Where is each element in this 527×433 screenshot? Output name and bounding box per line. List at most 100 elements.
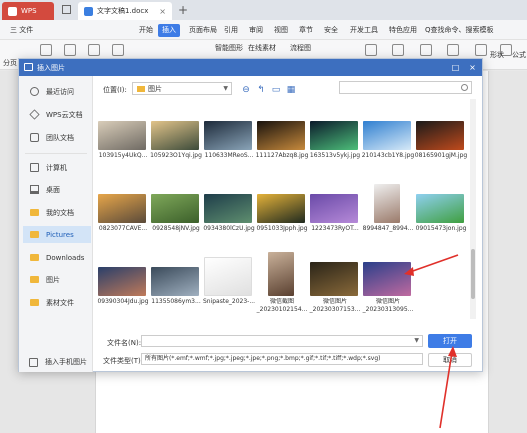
file-item[interactable]: 0928548jNV.jpg (149, 194, 201, 252)
menu-home[interactable]: 开始 (135, 24, 157, 37)
file-item[interactable]: 103915y4UkQ... (96, 121, 148, 179)
location-dropdown[interactable]: 图片 ▼ (132, 82, 232, 95)
back-icon[interactable]: ⊖ (241, 85, 251, 95)
command-search[interactable]: Q查找命令、搜索模板 (425, 24, 494, 37)
file-menu[interactable]: 三 文件 (6, 24, 37, 37)
menu-developer[interactable]: 开发工具 (346, 24, 382, 37)
sidebar-item-materials[interactable]: 素材文件 (23, 294, 91, 311)
sidebar-item-label: 素材文件 (46, 298, 74, 307)
close-tab-icon[interactable]: × (159, 7, 166, 16)
filetype-dropdown[interactable]: 所有图片(*.emf;*.wmf;*.jpg;*.jpeg;*.jpe;*.pn… (141, 353, 423, 365)
dialog-title-bar[interactable]: 插入图片 □ × (19, 59, 482, 76)
folder-icon (30, 276, 39, 283)
sidebar-item-label: 最近访问 (46, 87, 74, 96)
sidebar-item-desktop[interactable]: 桌面 (23, 181, 91, 198)
sidebar-item-recent[interactable]: 最近访问 (23, 83, 91, 100)
file-name: 0928548jNV.jpg (152, 225, 200, 232)
cloud-cube-icon (29, 109, 40, 120)
sidebar-item-downloads[interactable]: Downloads (23, 249, 91, 266)
view-mode-icon[interactable]: ▦ (286, 85, 296, 95)
formula-label[interactable]: 公式 (512, 50, 526, 60)
textbox-icon[interactable] (365, 44, 377, 56)
menu-bar: 三 文件 开始 插入 页面布局 引用 审阅 视图 章节 安全 开发工具 特色应用… (0, 20, 527, 40)
sidebar-item-my-documents[interactable]: 我的文档 (23, 204, 91, 221)
file-name: 103915y4UkQ... (98, 152, 148, 159)
menu-review[interactable]: 审阅 (245, 24, 267, 37)
file-item[interactable]: 微信图片 _20230313095... (361, 262, 413, 325)
folder-icon (30, 254, 39, 261)
computer-icon (30, 163, 39, 172)
sidebar-item-label: Pictures (46, 230, 74, 239)
sidebar-item-images[interactable]: 图片 (23, 271, 91, 288)
sidebar-item-wps-cloud[interactable]: WPS云文档 (23, 106, 91, 123)
file-name: 163513v5ykj.jpg (309, 152, 361, 159)
flowchart-button[interactable]: 流程图 (290, 43, 311, 53)
file-item[interactable]: 210143cb1Y8.jpg (361, 121, 414, 179)
online-assets-button[interactable]: 在线素材 (248, 43, 276, 53)
scrollbar-thumb[interactable] (471, 249, 475, 299)
dialog-title: 插入图片 (37, 64, 65, 72)
file-item[interactable]: 08165901gjM.jpg (414, 121, 467, 179)
wps-home-tab[interactable]: WPS (2, 2, 54, 20)
close-icon[interactable]: × (466, 61, 479, 74)
smart-art-button[interactable]: 智能图形 (215, 43, 243, 53)
chevron-down-icon[interactable]: ▼ (414, 336, 419, 346)
page-break-label[interactable]: 分页 (3, 58, 17, 68)
file-item[interactable]: 0823077CAVE... (96, 194, 148, 252)
file-thumbnail (310, 121, 358, 150)
open-button[interactable]: 打开 (428, 334, 472, 348)
file-item[interactable]: 微信截图 _20230102154... (255, 252, 307, 325)
wps-tab-label: WPS (21, 7, 37, 15)
file-item[interactable]: 8994847_8994... (361, 184, 413, 252)
file-item[interactable]: 110633MReoS... (202, 121, 254, 179)
document-tab[interactable]: 文字文稿1.docx × (78, 2, 172, 20)
file-item[interactable]: 09390304Jdu.jpg (96, 267, 149, 325)
sidebar-item-label: 我的文档 (46, 208, 74, 217)
wordart-icon[interactable] (392, 44, 404, 56)
wps-logo-icon (8, 6, 17, 16)
symbol-icon[interactable] (420, 44, 432, 56)
file-item[interactable]: 11355086ym3... (149, 267, 201, 325)
menu-insert[interactable]: 插入 (158, 24, 180, 37)
file-thumbnail (416, 121, 464, 150)
file-item[interactable]: 0951033Jpph.jpg (255, 194, 308, 252)
title-bar: WPS 文字文稿1.docx × + (0, 0, 527, 20)
object-icon[interactable] (475, 44, 487, 56)
sidebar-item-pictures[interactable]: Pictures (23, 226, 91, 243)
file-item[interactable]: 1223473RyOT... (308, 194, 360, 252)
menu-references[interactable]: 引用 (220, 24, 242, 37)
file-grid-scrollbar[interactable] (470, 99, 476, 319)
menu-features[interactable]: 特色应用 (385, 24, 421, 37)
menu-page-layout[interactable]: 页面布局 (185, 24, 221, 37)
file-item[interactable]: 105923O1Yqi.jpg (149, 121, 202, 179)
file-search-input[interactable] (339, 81, 472, 94)
file-item[interactable]: 163513v5ykj.jpg (308, 121, 360, 179)
file-item[interactable]: Snipaste_2023-... (202, 257, 255, 325)
new-tab-icon[interactable]: + (178, 3, 188, 17)
sidebar-item-computer[interactable]: 计算机 (23, 159, 91, 176)
file-item[interactable]: 0934380lCzU.jpg (202, 194, 255, 252)
ribbon-icon[interactable] (40, 44, 52, 56)
table-icon[interactable] (64, 44, 76, 56)
cancel-button[interactable]: 取消 (428, 353, 472, 367)
shape-icon[interactable] (112, 44, 124, 56)
menu-section[interactable]: 章节 (295, 24, 317, 37)
file-item[interactable]: 111127Abzq8.jpg (255, 121, 308, 179)
new-folder-icon[interactable]: ▭ (271, 85, 281, 95)
picture-icon[interactable] (88, 44, 100, 56)
menu-security[interactable]: 安全 (320, 24, 342, 37)
grid-view-icon[interactable] (62, 5, 71, 14)
date-icon[interactable] (447, 44, 459, 56)
insert-picture-dialog: 插入图片 □ × 最近访问 WPS云文档 团队文档 计算机 桌面 我的文档 Pi… (18, 58, 483, 372)
document-icon (84, 6, 93, 16)
sidebar-item-team-docs[interactable]: 团队文档 (23, 129, 91, 146)
up-folder-icon[interactable]: ↰ (256, 85, 266, 95)
file-item[interactable]: 微信图片 _20230307153... (308, 262, 360, 325)
filename-input[interactable]: ▼ (141, 335, 423, 347)
maximize-icon[interactable]: □ (449, 61, 462, 74)
menu-view[interactable]: 视图 (270, 24, 292, 37)
file-item[interactable]: 09015473jon.jpg (414, 194, 466, 252)
shape-label[interactable]: 形状 (490, 50, 504, 60)
insert-phone-picture-button[interactable]: 插入手机图片 (29, 357, 87, 367)
clock-icon (30, 87, 39, 96)
